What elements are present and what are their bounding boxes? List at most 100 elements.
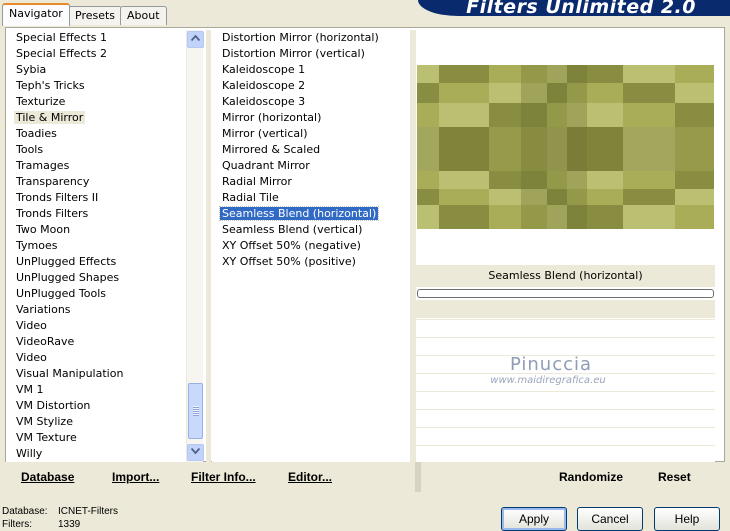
tab-presets[interactable]: Presets [68,6,123,25]
app-title: Filters Unlimited 2.0 [466,0,696,16]
list-item-label: Quadrant Mirror [222,159,310,172]
randomize-button[interactable]: Randomize [559,470,623,484]
filter-list-item[interactable]: Mirror (horizontal) [212,110,410,126]
filter-list-item[interactable]: Kaleidoscope 1 [212,62,410,78]
category-list-item[interactable]: Tools [6,142,186,158]
category-list-item[interactable]: VM Stylize [6,414,186,430]
filter-list-item[interactable]: Seamless Blend (vertical) [212,222,410,238]
parameter-header [416,300,715,318]
category-list-item[interactable]: VM 1 [6,382,186,398]
scroll-up-button[interactable] [187,31,204,48]
list-item-label: VideoRave [16,335,75,348]
category-list-item[interactable]: Willy [6,446,186,462]
filter-info-label: Filter Info... [191,470,256,484]
chevron-up-icon [190,34,201,42]
category-list-item[interactable]: Video [6,350,186,366]
filter-list-item[interactable]: Radial Tile [212,190,410,206]
status-filters-value: 1339 [58,519,81,530]
status-database-value: ICNET-Filters [58,506,118,517]
category-list-item[interactable]: VM Texture [6,430,186,446]
help-button[interactable]: Help [654,507,720,531]
tab-navigator[interactable]: Navigator [2,3,70,26]
filter-list[interactable]: Distortion Mirror (horizontal) Distortion… [212,30,410,462]
category-list-item[interactable]: Special Effects 2 [6,46,186,62]
filter-list-item[interactable]: Distortion Mirror (horizontal) [212,30,410,46]
category-scrollbar[interactable] [186,30,204,462]
list-item-label: Special Effects 2 [16,47,108,60]
status-database-label: Database: [2,506,48,517]
category-list-item[interactable]: UnPlugged Tools [6,286,186,302]
category-list-item[interactable]: Video [6,318,186,334]
list-item-label: Willy [16,447,43,460]
filter-list-item[interactable]: Seamless Blend (horizontal) [212,206,410,222]
filter-info-button[interactable]: Filter Info... [191,470,256,484]
list-item-label: Variations [16,303,71,316]
scroll-thumb[interactable] [188,383,203,439]
list-item-label: Texturize [16,95,66,108]
reset-button[interactable]: Reset [658,470,691,484]
list-item-label: Radial Mirror [222,175,292,188]
list-item-label: Sybia [16,63,47,76]
database-button[interactable]: Database [21,470,74,484]
category-list-item[interactable]: Tymoes [6,238,186,254]
filter-list-item[interactable]: Distortion Mirror (vertical) [212,46,410,62]
category-list-item[interactable]: Texturize [6,94,186,110]
filter-list-item[interactable]: XY Offset 50% (negative) [212,238,410,254]
category-list-item[interactable]: Sybia [6,62,186,78]
category-list[interactable]: Special Effects 1 Special Effects 2 Sybia T… [6,30,186,462]
list-item-label: XY Offset 50% (positive) [222,255,356,268]
filter-list-item[interactable]: Quadrant Mirror [212,158,410,174]
category-list-item[interactable]: Tramages [6,158,186,174]
list-item-label: UnPlugged Shapes [16,271,120,284]
list-item-label: Toadies [16,127,57,140]
list-item-label: Visual Manipulation [16,367,124,380]
filter-list-item[interactable]: Kaleidoscope 3 [212,94,410,110]
category-list-item[interactable]: Special Effects 1 [6,30,186,46]
category-list-item[interactable]: Tronds Filters II [6,190,186,206]
scroll-down-button[interactable] [187,444,204,461]
list-item-label: Special Effects 1 [16,31,108,44]
parameter-row [416,337,715,355]
category-list-item[interactable]: VM Distortion [6,398,186,414]
category-list-item[interactable]: UnPlugged Shapes [6,270,186,286]
apply-button[interactable]: Apply [501,507,567,531]
filter-list-item[interactable]: Radial Mirror [212,174,410,190]
preview-image [417,65,714,229]
filter-list-item[interactable]: Mirror (vertical) [212,126,410,142]
watermark-url: www.maidiregrafica.eu [490,375,606,386]
strip-separator [415,462,421,492]
list-item-label: Two Moon [16,223,71,236]
parameter-row [416,445,715,462]
category-list-item[interactable]: Variations [6,302,186,318]
list-item-label: VM Texture [16,431,77,444]
category-list-item[interactable]: Visual Manipulation [6,366,186,382]
status-filters: Filters: 1339 [2,519,80,530]
watermark-title: Pinuccia [509,354,593,375]
category-list-item[interactable]: Tile & Mirror [6,110,186,126]
list-item-label: Transparency [16,175,90,188]
preview-pattern [417,65,714,229]
list-item-label: Distortion Mirror (vertical) [222,47,365,60]
category-list-item[interactable]: Tronds Filters [6,206,186,222]
list-item-label: Tools [16,143,44,156]
list-item-label: Tronds Filters II [16,191,99,204]
cancel-button[interactable]: Cancel [577,507,643,531]
category-list-item[interactable]: Transparency [6,174,186,190]
category-list-item[interactable]: Toadies [6,126,186,142]
list-item-label: Video [16,319,47,332]
list-item-label: Mirrored & Scaled [222,143,321,156]
category-list-item[interactable]: Two Moon [6,222,186,238]
filter-list-item[interactable]: Mirrored & Scaled [212,142,410,158]
list-item-label: Seamless Blend (horizontal) [218,206,380,221]
import-button[interactable]: Import... [112,470,159,484]
category-list-item[interactable]: UnPlugged Effects [6,254,186,270]
list-item-label: Mirror (vertical) [222,127,308,140]
filter-list-item[interactable]: Kaleidoscope 2 [212,78,410,94]
category-list-item[interactable]: Teph's Tricks [6,78,186,94]
list-item-label: Kaleidoscope 3 [222,95,306,108]
list-item-label: VM Distortion [16,399,91,412]
editor-button[interactable]: Editor... [288,470,332,484]
tab-about[interactable]: About [120,6,167,25]
filter-list-item[interactable]: XY Offset 50% (positive) [212,254,410,270]
category-list-item[interactable]: VideoRave [6,334,186,350]
